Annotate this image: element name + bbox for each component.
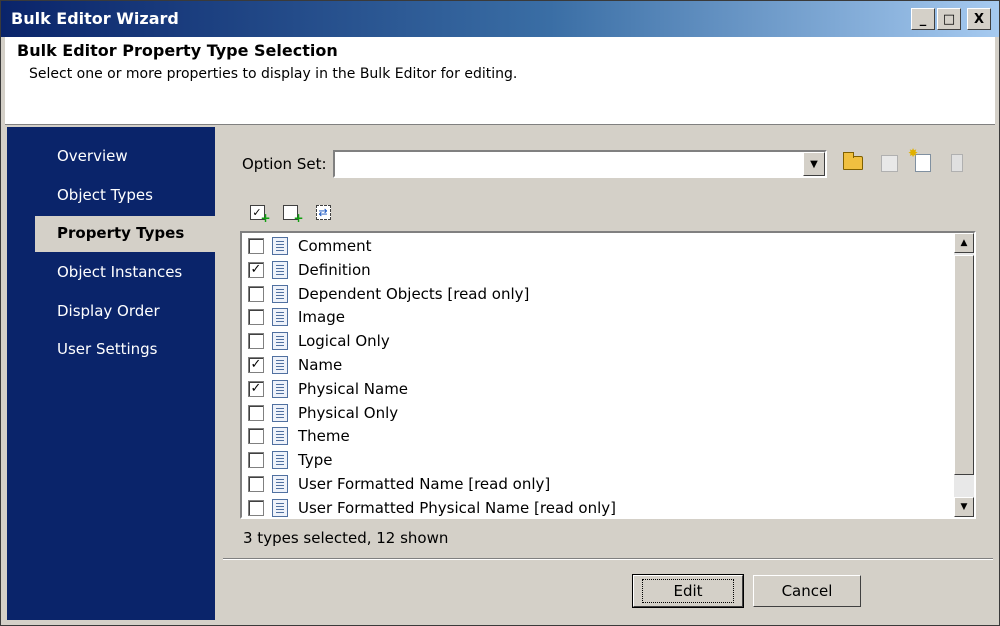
property-label: Type <box>298 451 333 470</box>
property-list-icon <box>272 356 288 374</box>
property-list-icon <box>272 475 288 493</box>
scroll-up-icon[interactable]: ▲ <box>954 233 974 253</box>
list-item[interactable]: User Formatted Name [read only] <box>248 473 938 495</box>
page-title: Bulk Editor Property Type Selection <box>17 41 338 60</box>
close-button[interactable]: X <box>967 8 991 30</box>
property-checkbox[interactable] <box>248 428 264 445</box>
property-checkbox[interactable] <box>248 476 264 492</box>
minimize-button[interactable]: _ <box>911 8 935 30</box>
property-label: Dependent Objects [read only] <box>298 284 530 303</box>
property-list-icon <box>272 284 288 303</box>
property-type-list[interactable]: Comment ✓ Definition Dependent Objects [rea… <box>240 231 976 519</box>
property-label: Definition <box>298 260 371 279</box>
option-set-dropdown[interactable]: ▼ <box>333 150 827 178</box>
delete-icon[interactable] <box>945 152 969 174</box>
property-list-icon <box>272 379 288 398</box>
property-label: Physical Name <box>298 379 409 398</box>
property-list-icon <box>272 332 288 351</box>
maximize-button[interactable]: □ <box>937 8 961 30</box>
sidebar-item-object-instances[interactable]: Object Instances <box>35 255 215 291</box>
scroll-down-icon[interactable]: ▼ <box>954 497 974 517</box>
property-list-icon <box>272 237 288 255</box>
property-checkbox[interactable] <box>248 285 264 302</box>
property-checkbox[interactable]: ✓ <box>248 357 264 373</box>
property-label: Comment <box>298 237 372 255</box>
sidebar-item-user-settings[interactable]: User Settings <box>35 332 215 368</box>
list-item[interactable]: Logical Only <box>248 330 938 352</box>
property-label: User Formatted Physical Name [read only] <box>298 498 617 517</box>
bulk-editor-window: Bulk Editor Wizard _ □ X Bulk Editor Pro… <box>0 0 1000 626</box>
property-list-icon <box>272 427 288 446</box>
list-item[interactable]: ✓ Definition <box>248 259 938 281</box>
property-list-icon <box>272 403 288 422</box>
list-item[interactable]: Comment <box>248 235 938 257</box>
property-checkbox[interactable] <box>248 309 264 326</box>
scroll-thumb[interactable] <box>954 255 974 475</box>
page-subtitle: Select one or more properties to display… <box>29 66 518 82</box>
edit-button-label: Edit <box>642 579 734 603</box>
window-title: Bulk Editor Wizard <box>11 9 179 28</box>
property-checkbox[interactable] <box>248 404 264 421</box>
property-label: Image <box>298 308 345 327</box>
property-label: Logical Only <box>298 332 390 351</box>
property-checkbox[interactable] <box>248 238 264 254</box>
property-checkbox[interactable] <box>248 499 264 516</box>
list-item[interactable]: User Formatted Physical Name [read only] <box>248 497 938 517</box>
property-list-icon <box>272 308 288 327</box>
cancel-button[interactable]: Cancel <box>753 575 861 607</box>
edit-button[interactable]: Edit <box>632 574 744 608</box>
list-scrollbar[interactable]: ▲ ▼ <box>954 233 974 517</box>
property-label: Physical Only <box>298 403 399 422</box>
divider <box>223 558 993 560</box>
list-item[interactable]: ✓ Name <box>248 354 938 376</box>
open-folder-icon[interactable] <box>841 152 865 174</box>
invert-selection-icon[interactable]: ⇄ <box>311 200 335 224</box>
wizard-sidebar: Overview Object Types Property Types Obj… <box>7 127 215 620</box>
property-label: User Formatted Name [read only] <box>298 475 551 493</box>
sidebar-item-object-types[interactable]: Object Types <box>35 178 215 214</box>
list-item[interactable]: Dependent Objects [read only] <box>248 283 938 305</box>
property-list-icon <box>272 260 288 279</box>
property-checkbox[interactable]: ✓ <box>248 261 264 278</box>
list-item[interactable]: Physical Only <box>248 402 938 424</box>
list-item[interactable]: Type <box>248 449 938 471</box>
save-icon[interactable] <box>877 152 901 174</box>
option-set-label: Option Set: <box>242 155 327 173</box>
property-list-icon <box>272 451 288 470</box>
title-bar: Bulk Editor Wizard _ □ X <box>1 1 999 37</box>
list-item[interactable]: Image <box>248 306 938 328</box>
property-list-icon <box>272 498 288 517</box>
add-selected-icon[interactable]: + <box>278 200 304 224</box>
select-all-icon[interactable]: ✓ + <box>245 200 271 224</box>
dropdown-arrow-icon[interactable]: ▼ <box>803 152 825 176</box>
list-item[interactable]: ✓ Physical Name <box>248 378 938 400</box>
property-checkbox[interactable]: ✓ <box>248 380 264 397</box>
property-checkbox[interactable] <box>248 452 264 469</box>
property-checkbox[interactable] <box>248 333 264 350</box>
property-label: Name <box>298 356 343 374</box>
selection-status: 3 types selected, 12 shown <box>243 529 449 547</box>
sidebar-item-display-order[interactable]: Display Order <box>35 294 215 330</box>
header-panel: Bulk Editor Property Type Selection Sele… <box>5 37 995 125</box>
new-icon[interactable] <box>908 146 935 174</box>
window-controls: _ □ X <box>911 8 991 30</box>
content-panel: Option Set: ▼ ✓+ + ⇄ Comment ✓ Definition D… <box>215 127 995 620</box>
property-label: Theme <box>298 427 350 446</box>
sidebar-item-property-types[interactable]: Property Types <box>35 216 215 252</box>
list-item[interactable]: Theme <box>248 425 938 447</box>
sidebar-item-overview[interactable]: Overview <box>35 139 215 175</box>
